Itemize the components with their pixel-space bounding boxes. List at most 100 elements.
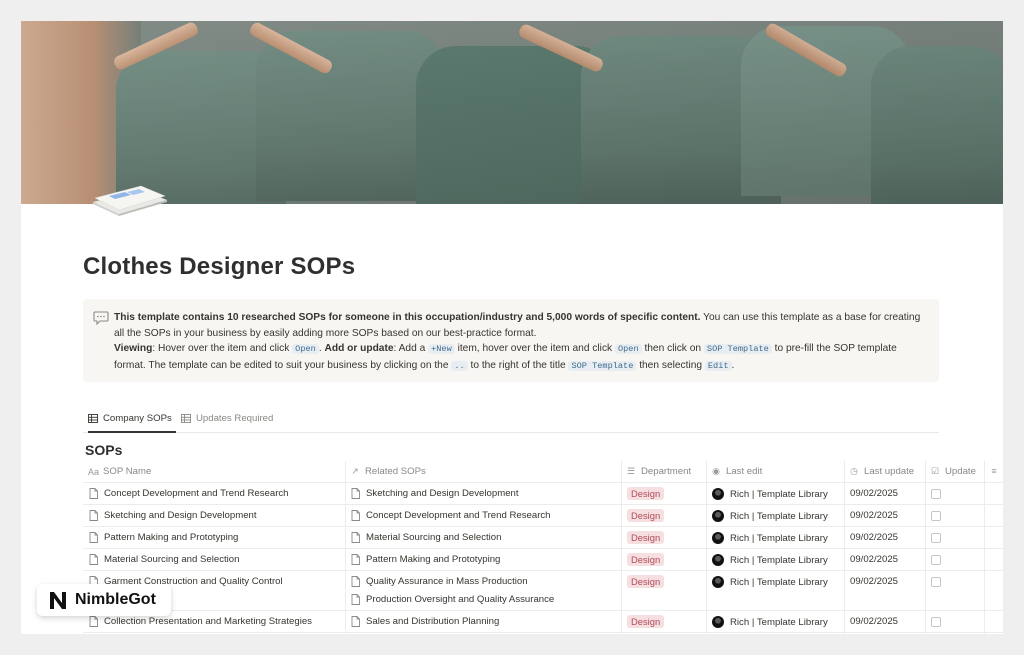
nimblegot-n-icon <box>50 592 66 609</box>
more-properties-icon[interactable]: ≡ <box>989 466 999 476</box>
database-title: SOPs <box>85 442 123 458</box>
page-title: Clothes Designer SOPs <box>83 253 356 280</box>
related-sop-link[interactable]: Pattern Making and Prototyping <box>351 554 500 565</box>
list-icon: ☰ <box>626 466 636 476</box>
department-tag: Design <box>627 487 665 500</box>
update-checkbox-cell[interactable] <box>931 577 941 587</box>
update-checkbox[interactable] <box>931 511 941 521</box>
table-row[interactable]: Collection Presentation and Marketing St… <box>83 611 1003 633</box>
column-header-related-sops[interactable]: ↗ Related SOPs <box>350 466 426 477</box>
department-cell[interactable]: Design <box>627 553 665 566</box>
related-sop-link[interactable]: Concept Development and Trend Research <box>351 510 551 521</box>
last-update-cell[interactable]: 09/02/2025 <box>850 488 898 499</box>
related-sop-link[interactable]: Sketching and Design Development <box>351 488 519 499</box>
table-row[interactable]: Concept Development and Trend Research Sk… <box>83 483 1003 505</box>
text-property-icon: Aa <box>88 466 100 477</box>
department-cell[interactable]: Design <box>627 509 665 522</box>
update-checkbox[interactable] <box>931 489 941 499</box>
table-row[interactable]: Pattern Making and Prototyping Material S… <box>83 527 1003 549</box>
last-edit-cell[interactable]: Rich | Template Library <box>712 532 828 544</box>
last-update-cell[interactable]: 09/02/2025 <box>850 616 898 627</box>
cover-image[interactable] <box>21 21 1003 204</box>
sop-name-cell[interactable]: Sketching and Design Development <box>89 510 257 521</box>
tab-updates-required[interactable]: Updates Required <box>181 413 273 433</box>
open-code: Open <box>292 344 319 355</box>
last-update-cell[interactable]: 09/02/2025 <box>850 554 898 565</box>
update-checkbox[interactable] <box>931 577 941 587</box>
callout-text: This template contains 10 researched SOP… <box>114 312 921 372</box>
avatar <box>712 488 724 500</box>
last-edit-cell[interactable]: Rich | Template Library <box>712 576 828 588</box>
update-checkbox-cell[interactable] <box>931 617 941 627</box>
update-checkbox[interactable] <box>931 555 941 565</box>
person-icon: ◉ <box>712 466 720 476</box>
related-sop-link[interactable]: Production Oversight and Quality Assuran… <box>351 594 554 605</box>
table-icon <box>181 414 191 423</box>
document-stack-icon[interactable] <box>91 180 169 216</box>
sop-name: Pattern Making and Prototyping <box>104 532 239 543</box>
department-cell[interactable]: Design <box>627 487 665 500</box>
update-checkbox[interactable] <box>931 533 941 543</box>
speech-bubble-icon <box>93 311 109 325</box>
clock-icon: ◷ <box>850 466 858 476</box>
column-header-last-edit[interactable]: ◉ Last edit <box>711 466 762 477</box>
page-icon <box>89 488 98 499</box>
page-icon <box>351 510 360 521</box>
sop-name: Material Sourcing and Selection <box>104 554 240 565</box>
related-sop-link[interactable]: Material Sourcing and Selection <box>351 532 501 543</box>
update-checkbox-cell[interactable] <box>931 489 941 499</box>
update-checkbox[interactable] <box>931 617 941 627</box>
page-icon <box>351 488 360 499</box>
department-cell[interactable]: Design <box>627 575 665 588</box>
info-callout: This template contains 10 researched SOP… <box>83 299 939 382</box>
sop-name-cell[interactable]: Pattern Making and Prototyping <box>89 532 238 543</box>
page-icon <box>89 532 98 543</box>
new-code: +New <box>428 344 455 355</box>
department-cell[interactable]: Design <box>627 531 665 544</box>
page-icon <box>351 616 360 627</box>
last-edit-cell[interactable]: Rich | Template Library <box>712 510 828 522</box>
page-icon <box>89 616 98 627</box>
department-tag: Design <box>627 575 665 588</box>
sop-name-cell[interactable]: Material Sourcing and Selection <box>89 554 239 565</box>
last-update-cell[interactable]: 09/02/2025 <box>850 532 898 543</box>
last-edit-cell[interactable]: Rich | Template Library <box>712 488 828 500</box>
page-icon <box>89 510 98 521</box>
sop-name-cell[interactable]: Concept Development and Trend Research <box>89 488 289 499</box>
last-update-cell[interactable]: 09/02/2025 <box>850 576 898 587</box>
database-view-tabs: Company SOPs Updates Required <box>83 408 939 433</box>
page-icon <box>351 532 360 543</box>
page-icon <box>351 554 360 565</box>
table-row[interactable]: Material Sourcing and Selection Pattern M… <box>83 549 1003 571</box>
sop-name: Concept Development and Trend Research <box>104 488 289 499</box>
column-header-last-update[interactable]: ◷ Last update <box>849 466 914 477</box>
column-header-department[interactable]: ☰ Department <box>626 466 691 477</box>
sop-name-cell[interactable]: Collection Presentation and Marketing St… <box>89 616 312 627</box>
last-edit-cell[interactable]: Rich | Template Library <box>712 554 828 566</box>
table-row[interactable]: Garment Construction and Quality Control… <box>83 571 1003 611</box>
related-sop-link[interactable]: Quality Assurance in Mass Production <box>351 576 528 587</box>
tab-company-sops[interactable]: Company SOPs <box>88 413 176 433</box>
column-header-sop-name[interactable]: Aa SOP Name <box>88 466 151 477</box>
related-sop-link[interactable]: Sales and Distribution Planning <box>351 616 499 627</box>
avatar <box>712 554 724 566</box>
page-icon <box>89 554 98 565</box>
update-checkbox-cell[interactable] <box>931 511 941 521</box>
avatar <box>712 510 724 522</box>
column-header-update[interactable]: ☑ Update <box>930 466 976 477</box>
checkbox-icon: ☑ <box>930 466 940 476</box>
notion-page: Clothes Designer SOPs This template cont… <box>21 21 1003 634</box>
last-update-cell[interactable]: 09/02/2025 <box>850 510 898 521</box>
department-tag: Design <box>627 531 665 544</box>
update-checkbox-cell[interactable] <box>931 555 941 565</box>
table-icon <box>88 414 98 423</box>
nimblegot-logo: NimbleGot <box>37 584 171 616</box>
table-row[interactable]: Sketching and Design Development Concept … <box>83 505 1003 527</box>
last-edit-cell[interactable]: Rich | Template Library <box>712 616 828 628</box>
table-header: Aa SOP Name ↗ Related SOPs ☰ Department ◉ La… <box>83 461 1003 483</box>
relation-arrow-icon: ↗ <box>351 466 359 476</box>
department-cell[interactable]: Design <box>627 615 665 628</box>
update-checkbox-cell[interactable] <box>931 533 941 543</box>
sop-name: Collection Presentation and Marketing St… <box>104 616 312 627</box>
department-tag: Design <box>627 509 665 522</box>
